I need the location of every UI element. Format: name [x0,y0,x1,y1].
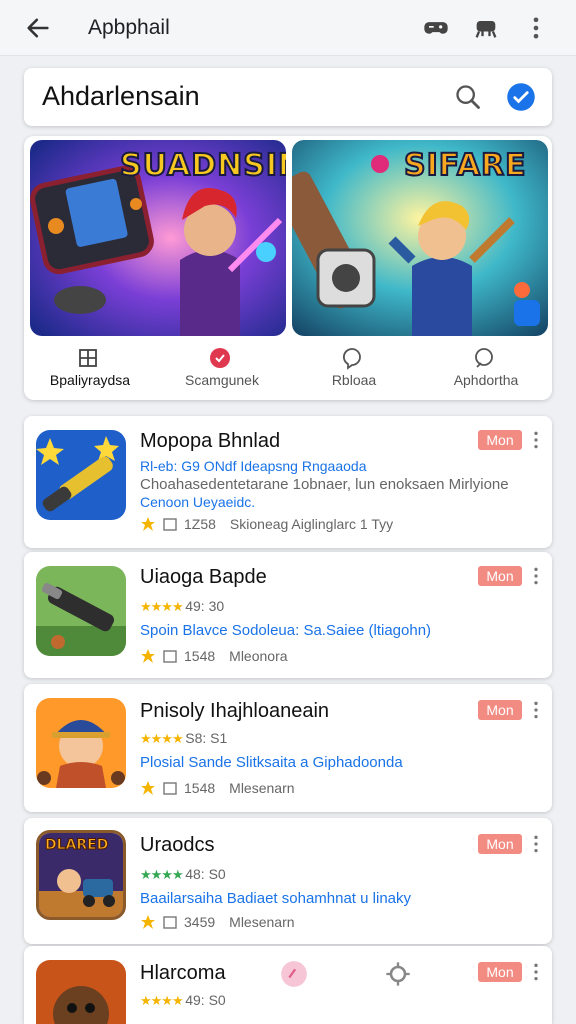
more-vert-icon[interactable] [531,834,541,854]
status-badge: Mon [478,962,522,982]
app-thumbnail [36,960,126,1024]
chat-bubble-icon [342,348,361,370]
app-meta: 1548 Mlesenarn [140,780,295,796]
featured-banner-2[interactable]: SIFARE [292,140,548,336]
app-name: Hlarcoma [140,962,226,984]
verified-check-icon[interactable] [506,82,536,112]
tab-scamgunek[interactable]: Scamgunek [156,340,288,400]
app-description-more: Cenoon Ueyaeidc. [140,494,256,510]
comment-icon [475,348,493,368]
banner-2-title: SIFARE [403,147,527,184]
tab-label: Rbloaa [331,372,377,388]
star-icon [141,781,155,795]
status-badge: Mon [478,430,522,450]
app-meta: 1548 Mleonora [140,648,288,664]
list-item[interactable]: Mopopa Bhnlad Mon Rl-eb: G9 ONdf Ideapsn… [24,416,552,548]
download-icon [163,916,177,929]
download-count: 3459 [184,914,216,930]
more-vert-icon[interactable] [531,700,541,720]
download-count: 1Z58 [184,516,216,532]
app-description: Plosial Sande Slitksaita a Giphadoonda [140,754,403,771]
download-icon [163,518,177,531]
app-thumbnail: DLARED [36,830,126,920]
more-vert-icon[interactable] [531,962,541,982]
status-badge: Mon [478,700,522,720]
star-icon [141,649,155,663]
list-item[interactable]: Hlarcoma Mon ★★★★ 49: S0 [24,946,552,1024]
category-tabs: Bpaliyraydsa Scamgunek Rbloaa Aphdortha [24,340,552,400]
app-name: Uraodcs [140,834,215,856]
list-item[interactable]: Uiaoga Bapde Mon ★★★★ 49: 30 Spoin Blavc… [24,552,552,678]
status-badge: Mon [478,834,522,854]
app-meta-text: Mlesenarn [229,780,295,796]
app-name: Uiaoga Bapde [140,566,267,588]
rating-stars: ★★★★ 49: S0 [140,992,226,1008]
featured-banner-1[interactable]: SUADNSIN [30,140,286,336]
app-meta-text: Skioneag Aiglinglarc 1 Tyy [229,516,394,532]
app-meta-text: Mleonora [229,648,288,664]
app-meta-text: Mlesenarn [229,914,295,930]
rating-value: S8: S1 [185,730,228,746]
app-title: Apbphail [88,16,170,39]
rating-stars: ★★★★ 49: 30 [140,598,225,614]
star-icon [141,915,155,929]
more-vert-icon[interactable] [531,430,541,450]
app-name: Mopopa Bhnlad [140,430,281,452]
tab-bpaliyraydsa[interactable]: Bpaliyraydsa [24,340,156,400]
app-bar: Apbphail [0,0,576,56]
app-description: Baailarsaiha Badiaet sohamhnat u linaky [140,890,412,907]
download-count: 1548 [184,780,216,796]
download-icon [163,782,177,795]
grid-icon [79,349,97,367]
tab-aphdortha[interactable]: Aphdortha [420,340,552,400]
tab-label: Scamgunek [185,372,259,388]
app-thumbnail [36,698,126,788]
app-description: Choahasedentetarane 1obnaer, lun enoksae… [140,476,509,493]
more-vert-icon[interactable] [531,566,541,586]
search-query[interactable]: Ahdarlensain [42,81,200,112]
tab-label: Aphdortha [453,372,519,388]
rating-value: 49: 30 [185,598,225,614]
app-thumbnail [36,566,126,656]
tab-rbloaa[interactable]: Rbloaa [288,340,420,400]
controller-icon[interactable] [472,14,500,42]
app-tagline: Rl-eb: G9 ONdf Ideapsng Rngaaoda [140,458,367,474]
app-name: Pnisoly Ihajhloaneain [140,700,330,722]
settings-icon[interactable] [384,960,412,988]
rating-stars: ★★★★ 48: S0 [140,866,226,882]
gamepad-icon[interactable] [422,14,450,42]
star-icon [141,517,155,531]
banner-1-title: SUADNSIN [119,147,286,184]
status-badge: Mon [478,566,522,586]
list-item[interactable]: DLARED Uraodcs Mon ★★★★ 48: S0 Baailarsa… [24,818,552,944]
rating-value: 49: S0 [185,992,226,1008]
app-meta: 3459 Mlesenarn [140,914,295,930]
search-bar[interactable]: Ahdarlensain [24,68,552,126]
app-thumbnail [36,430,126,520]
thumbnail-text: DLARED [44,837,109,854]
more-vert-icon[interactable] [526,14,546,42]
back-arrow-icon[interactable] [24,14,52,42]
list-item[interactable]: Pnisoly Ihajhloaneain Mon ★★★★ S8: S1 Pl… [24,684,552,812]
search-icon[interactable] [454,83,482,111]
featured-section: SUADNSIN SIFARE Bpaliyraydsa Scamgunek R… [24,136,552,400]
app-description: Spoin Blavce Sodoleua: Sa.Saiee (ltiagoh… [140,622,432,639]
heart-icon [210,348,230,368]
heart-icon[interactable] [280,960,308,988]
rating-stars: ★★★★ S8: S1 [140,730,228,746]
tab-label: Bpaliyraydsa [49,372,131,388]
rating-value: 48: S0 [185,866,226,882]
app-meta: 1Z58 Skioneag Aiglinglarc 1 Tyy [140,516,393,532]
download-icon [163,650,177,663]
download-count: 1548 [184,648,216,664]
